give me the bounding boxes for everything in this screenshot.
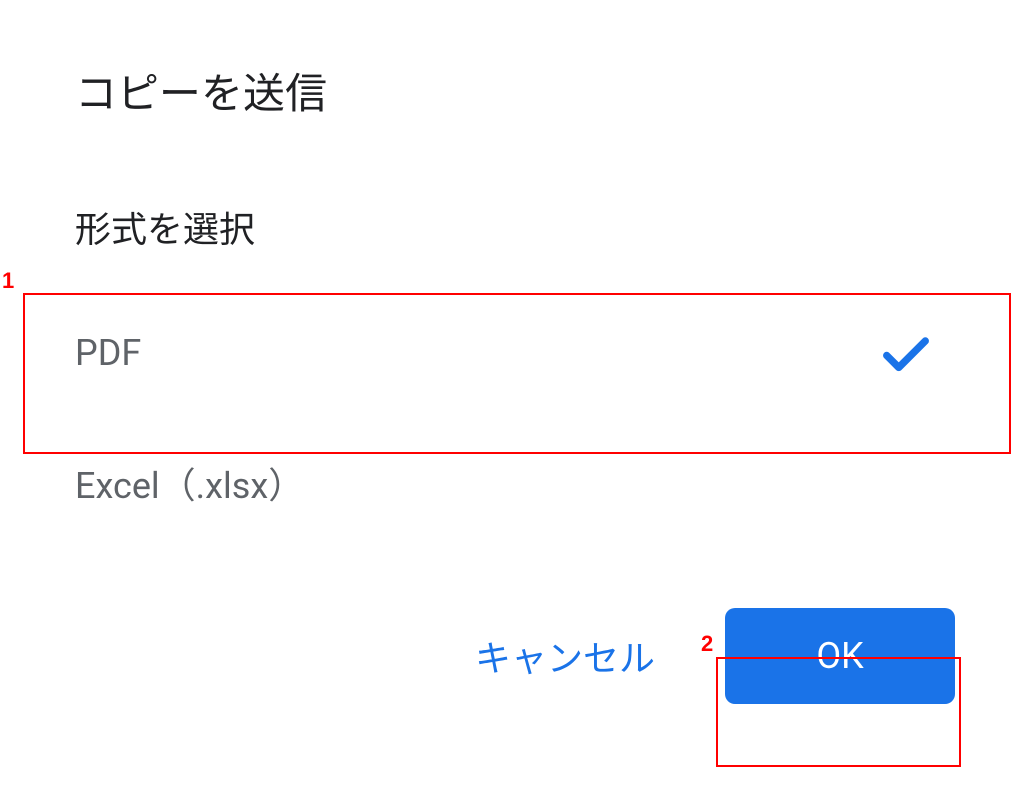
cancel-button[interactable]: キャンセル	[445, 610, 685, 702]
send-copy-dialog: コピーを送信 形式を選択 PDF Excel（.xlsx） キャンセル OK	[0, 0, 1030, 744]
annotation-label-2: 2	[701, 631, 713, 657]
option-label: Excel（.xlsx）	[75, 457, 304, 509]
check-icon	[877, 324, 935, 382]
option-label: PDF	[75, 332, 141, 374]
ok-button[interactable]: OK	[725, 608, 955, 704]
format-section-label: 形式を選択	[75, 201, 955, 253]
dialog-actions: キャンセル OK	[75, 608, 955, 704]
dialog-title: コピーを送信	[75, 60, 955, 121]
option-excel[interactable]: Excel（.xlsx）	[75, 418, 955, 548]
annotation-label-1: 1	[2, 268, 14, 294]
option-pdf[interactable]: PDF	[75, 288, 955, 418]
